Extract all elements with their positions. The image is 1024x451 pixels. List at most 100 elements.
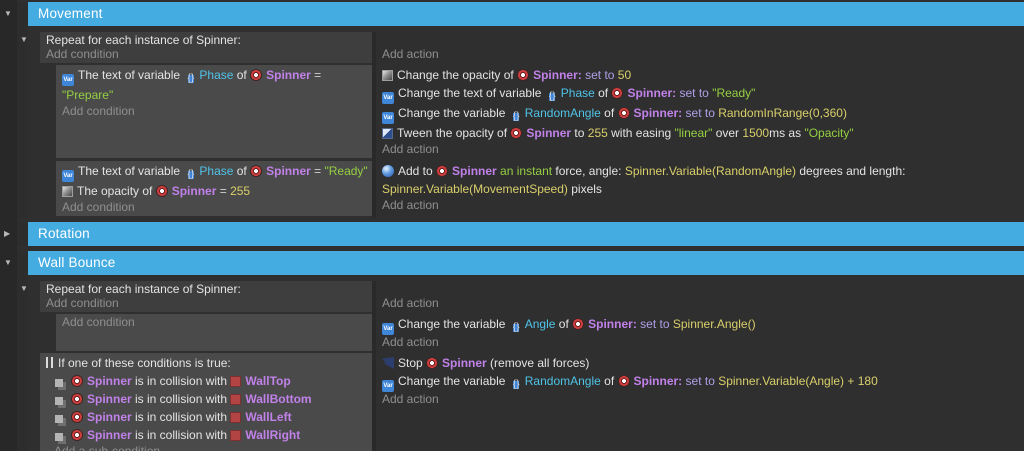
add-action-link[interactable]: Add action bbox=[378, 392, 1024, 407]
conditions-cell[interactable]: Repeat for each instance of Spinner: Add … bbox=[40, 281, 372, 312]
action-row[interactable]: Change the variable RandomAngle of Spinn… bbox=[378, 372, 1024, 392]
condition-row[interactable]: Spinner is in collision with WallLeft bbox=[42, 408, 372, 426]
actions-cell[interactable]: Add action bbox=[376, 281, 1024, 312]
event-block-or-collisions: If one of these conditions is true: Spinn… bbox=[40, 353, 1024, 451]
text-segment: Spinner bbox=[87, 374, 132, 388]
collapse-arrow-icon[interactable] bbox=[20, 285, 28, 293]
text-segment: Spinner bbox=[266, 164, 311, 178]
or-block-header[interactable]: If one of these conditions is true: bbox=[42, 354, 372, 372]
text-segment: WallLeft bbox=[245, 410, 292, 424]
add-action-link[interactable]: Add action bbox=[378, 198, 1024, 213]
group-content-wall-bounce: Repeat for each instance of Spinner:Add … bbox=[28, 281, 1024, 451]
text-segment: Spinner bbox=[87, 410, 132, 424]
collapse-arrow-icon[interactable] bbox=[4, 259, 12, 267]
add-action-link[interactable]: Add action bbox=[378, 47, 1024, 62]
var-icon bbox=[382, 323, 394, 335]
action-row[interactable]: Tween the opacity of Spinner to 255 with… bbox=[378, 124, 1024, 142]
or-icon bbox=[46, 357, 53, 368]
text-segment: degrees and length: bbox=[796, 164, 909, 178]
event-block-foreach-spinner: Repeat for each instance of Spinner:Add … bbox=[40, 32, 1024, 63]
text-segment: Spinner bbox=[533, 68, 578, 82]
var-icon bbox=[62, 74, 74, 86]
condition-row[interactable]: The text of variable Phase of Spinner = … bbox=[58, 162, 372, 182]
spinner-icon bbox=[71, 375, 83, 387]
text-segment: Change the variable bbox=[398, 106, 509, 120]
text-segment: 255 bbox=[587, 126, 608, 140]
conditions-cell[interactable]: The text of variable Phase of Spinner = … bbox=[56, 161, 372, 216]
text-segment: Spinner bbox=[452, 164, 497, 178]
condition-row-foreach[interactable]: Repeat for each instance of Spinner: bbox=[42, 33, 372, 47]
event-block-foreach-spinner-wallbounce: Repeat for each instance of Spinner:Add … bbox=[40, 281, 1024, 312]
add-sub-condition-link[interactable]: Add a sub-condition bbox=[42, 444, 372, 451]
action-row[interactable]: Change the variable Angle of Spinner: se… bbox=[378, 315, 1024, 335]
conditions-cell[interactable]: The text of variable Phase of Spinner = … bbox=[56, 65, 372, 158]
action-row[interactable]: Stop Spinner (remove all forces) bbox=[378, 354, 1024, 372]
text-segment: The text of variable bbox=[78, 68, 184, 82]
action-row[interactable]: Change the text of variable Phase of Spi… bbox=[378, 84, 1024, 104]
actions-cell[interactable]: Change the variable Angle of Spinner: se… bbox=[376, 314, 1024, 351]
add-condition-link[interactable]: Add condition bbox=[58, 315, 372, 330]
group-header-rotation[interactable]: Rotation bbox=[28, 222, 1024, 246]
conditions-cell[interactable]: Add condition bbox=[56, 314, 372, 351]
add-condition-link[interactable]: Add condition bbox=[58, 200, 372, 215]
text-segment: "Prepare" bbox=[62, 88, 114, 102]
condition-row[interactable]: The opacity of Spinner = 255 bbox=[58, 182, 372, 200]
collapse-arrow-icon[interactable] bbox=[4, 10, 12, 18]
text-segment: an instant bbox=[500, 164, 553, 178]
add-action-link[interactable]: Add action bbox=[378, 296, 1024, 311]
text-segment: Spinner.Angle() bbox=[672, 317, 756, 331]
var-icon bbox=[62, 170, 74, 182]
text-segment: Repeat for each instance of Spinner: bbox=[46, 33, 241, 47]
actions-cell[interactable]: Stop Spinner (remove all forces)Change t… bbox=[376, 353, 1024, 451]
group-header-wall-bounce[interactable]: Wall Bounce bbox=[28, 251, 1024, 275]
collapse-arrow-icon[interactable] bbox=[20, 36, 28, 44]
action-row[interactable]: Change the variable RandomAngle of Spinn… bbox=[378, 104, 1024, 124]
instance-var-icon bbox=[508, 322, 524, 334]
text-segment: set to bbox=[679, 86, 713, 100]
opacity-icon bbox=[62, 186, 73, 197]
condition-row-foreach[interactable]: Repeat for each instance of Spinner: bbox=[42, 282, 372, 296]
group-title: Movement bbox=[38, 6, 103, 21]
actions-cell[interactable]: Add action bbox=[376, 32, 1024, 63]
condition-row[interactable]: Spinner is in collision with WallTop bbox=[42, 372, 372, 390]
text-segment: Phase bbox=[560, 86, 595, 100]
actions-cell[interactable]: Change the opacity of Spinner: set to 50… bbox=[376, 65, 1024, 158]
text-segment: set to bbox=[685, 374, 719, 388]
group-margin bbox=[17, 251, 28, 451]
text-segment: Phase bbox=[199, 68, 234, 82]
spinner-icon bbox=[71, 411, 83, 423]
text-segment: If one of these conditions is true: bbox=[58, 356, 231, 370]
spinner-icon bbox=[71, 393, 83, 405]
text-segment: "Opacity" bbox=[804, 126, 854, 140]
text-segment: to bbox=[571, 126, 588, 140]
conditions-cell[interactable]: Repeat for each instance of Spinner: Add … bbox=[40, 32, 372, 63]
text-segment: of bbox=[233, 164, 251, 178]
group-header-movement[interactable]: Movement bbox=[28, 2, 1024, 26]
condition-row[interactable]: Spinner is in collision with WallRight bbox=[42, 426, 372, 444]
spinner-icon bbox=[617, 375, 630, 387]
add-action-link[interactable]: Add action bbox=[378, 142, 1024, 157]
instance-var-icon bbox=[183, 169, 199, 181]
text-segment: set to bbox=[640, 317, 673, 331]
add-condition-link[interactable]: Add condition bbox=[42, 47, 372, 61]
condition-row[interactable]: The text of variable Phase of Spinner = … bbox=[58, 66, 372, 104]
spinner-icon bbox=[426, 357, 439, 369]
text-segment: Add condition bbox=[62, 104, 135, 118]
add-action-link[interactable]: Add action bbox=[378, 335, 1024, 350]
text-segment: WallTop bbox=[245, 374, 291, 388]
actions-cell[interactable]: Add to Spinner an instant force, angle: … bbox=[376, 161, 1024, 216]
action-row[interactable]: Add to Spinner an instant force, angle: … bbox=[378, 162, 1024, 198]
var-icon bbox=[382, 92, 394, 104]
conditions-cell[interactable]: If one of these conditions is true: Spinn… bbox=[40, 353, 372, 451]
add-condition-link[interactable]: Add condition bbox=[58, 104, 372, 119]
wall-icon bbox=[230, 412, 242, 423]
text-segment: Spinner bbox=[87, 428, 132, 442]
text-segment: 255 bbox=[230, 184, 251, 198]
action-row[interactable]: Change the opacity of Spinner: set to 50 bbox=[378, 66, 1024, 84]
text-segment: Spinner bbox=[87, 392, 132, 406]
add-condition-link[interactable]: Add condition bbox=[42, 296, 372, 310]
condition-row[interactable]: Spinner is in collision with WallBottom bbox=[42, 390, 372, 408]
expand-arrow-icon[interactable] bbox=[4, 230, 10, 238]
text-segment: = bbox=[310, 164, 325, 178]
text-segment: force, angle: bbox=[552, 164, 625, 178]
